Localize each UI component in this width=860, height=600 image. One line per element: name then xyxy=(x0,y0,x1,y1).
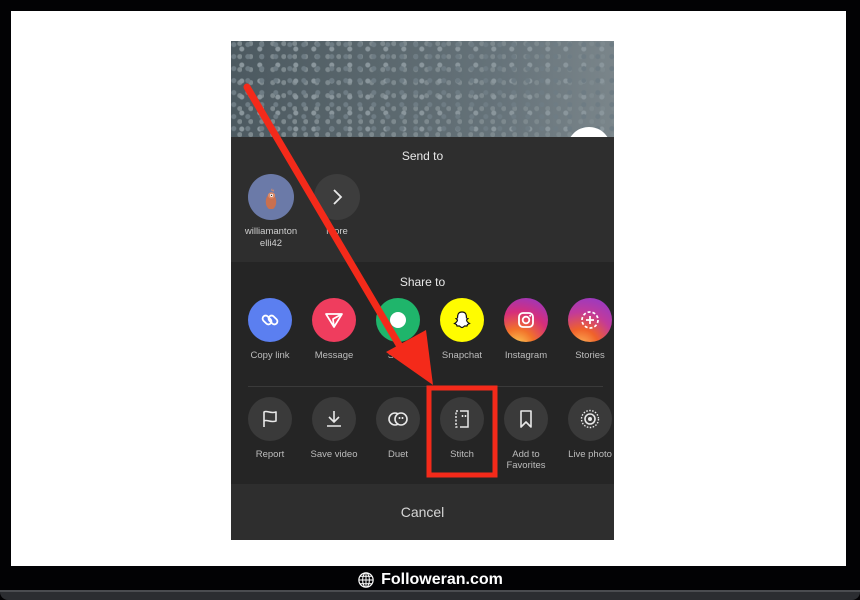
send-icon xyxy=(325,313,343,328)
more-circle xyxy=(314,174,360,220)
share-to-section: Share to Copy link Message SMS Snapchat … xyxy=(231,262,614,484)
live-photo-icon xyxy=(580,409,600,429)
contact-williamantonelli42[interactable]: williamanton elli42 xyxy=(239,174,303,250)
snapchat-label: Snapchat xyxy=(441,350,483,361)
avatar xyxy=(248,174,294,220)
favorites-label-line2: Favorites xyxy=(506,460,546,471)
globe-icon xyxy=(358,572,374,588)
brand-footer: Followeran.com xyxy=(0,568,860,592)
action-add-to-favorites[interactable]: Add to Favorites xyxy=(493,397,559,471)
duet-circle xyxy=(376,397,420,441)
more-contacts-button[interactable]: More xyxy=(305,174,369,238)
contact-label-line1: williamanton xyxy=(244,226,298,237)
share-sheet: Send to williamanton elli42 More Share t… xyxy=(231,137,614,540)
download-icon xyxy=(327,411,341,427)
share-instagram[interactable]: Instagram xyxy=(493,298,559,361)
chevron-right-icon xyxy=(333,189,343,205)
copy-link-circle xyxy=(248,298,292,342)
action-report[interactable]: Report xyxy=(237,397,303,460)
favorites-label-line1: Add to xyxy=(512,449,540,460)
contact-label: williamanton elli42 xyxy=(245,226,297,250)
instagram-label: Instagram xyxy=(504,350,548,361)
more-label: More xyxy=(326,226,348,237)
live-photo-label: Live photo xyxy=(568,449,612,460)
stories-label: Stories xyxy=(575,350,605,361)
sms-icon xyxy=(390,312,406,328)
section-divider xyxy=(248,386,603,387)
snapchat-icon xyxy=(453,311,471,329)
sms-label: SMS xyxy=(387,350,409,361)
action-duet[interactable]: Duet xyxy=(365,397,431,460)
snapchat-circle xyxy=(440,298,484,342)
action-save-video[interactable]: Save video xyxy=(301,397,367,460)
instagram-circle xyxy=(504,298,548,342)
share-to-title: Share to xyxy=(399,275,446,289)
favorites-circle xyxy=(504,397,548,441)
contact-label-line2: elli42 xyxy=(259,238,283,249)
share-message[interactable]: Message xyxy=(301,298,367,361)
duet-icon xyxy=(388,412,408,426)
stories-icon xyxy=(581,311,599,329)
action-live-photo[interactable]: Live photo xyxy=(557,397,614,460)
copy-link-label: Copy link xyxy=(250,350,290,361)
action-stitch[interactable]: Stitch xyxy=(429,397,495,460)
flag-icon xyxy=(263,410,277,427)
video-background xyxy=(231,41,614,141)
report-label: Report xyxy=(255,449,285,460)
save-video-label: Save video xyxy=(310,449,358,460)
cancel-label: Cancel xyxy=(400,504,445,520)
brand-name: Followeran.com xyxy=(381,571,503,588)
instagram-icon xyxy=(518,312,534,328)
phone-screenshot: Send to williamanton elli42 More Share t… xyxy=(231,41,614,540)
duet-label: Duet xyxy=(387,449,409,460)
sms-circle xyxy=(376,298,420,342)
share-snapchat[interactable]: Snapchat xyxy=(429,298,495,361)
live-photo-circle xyxy=(568,397,612,441)
send-to-section: Send to williamanton elli42 More xyxy=(231,137,614,262)
stitch-icon xyxy=(455,410,469,428)
stitch-label: Stitch xyxy=(450,449,474,460)
share-stories[interactable]: Stories xyxy=(557,298,614,361)
bookmark-icon xyxy=(520,410,532,428)
save-video-circle xyxy=(312,397,356,441)
cancel-button[interactable]: Cancel xyxy=(231,484,614,540)
share-sms[interactable]: SMS xyxy=(365,298,431,361)
link-icon xyxy=(261,314,279,326)
favorites-label: Add to Favorites xyxy=(506,449,545,471)
send-to-title: Send to xyxy=(401,149,444,163)
message-circle xyxy=(312,298,356,342)
stitch-circle xyxy=(440,397,484,441)
report-circle xyxy=(248,397,292,441)
share-copy-link[interactable]: Copy link xyxy=(237,298,303,361)
stories-circle xyxy=(568,298,612,342)
rooster-avatar-icon xyxy=(259,185,283,209)
message-label: Message xyxy=(314,350,354,361)
